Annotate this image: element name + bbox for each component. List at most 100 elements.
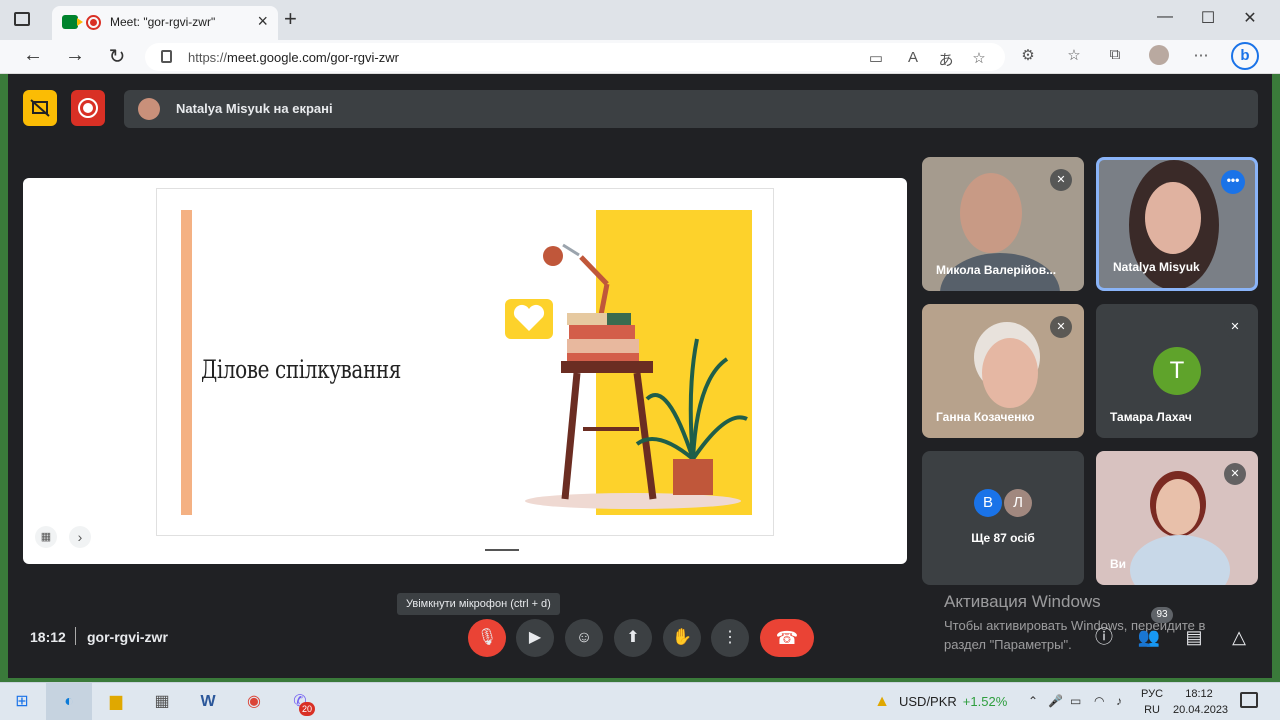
calculator-icon[interactable]: ▦: [148, 689, 176, 715]
participant-name: Тамара Лахач: [1110, 410, 1192, 424]
start-icon[interactable]: ⊞: [8, 689, 36, 715]
word-icon[interactable]: W: [194, 689, 222, 715]
translate-icon[interactable]: あ: [935, 49, 957, 70]
camera-toggle-button[interactable]: ▶: [516, 619, 554, 657]
raise-hand-button[interactable]: ✋: [663, 619, 701, 657]
add-favorite-icon[interactable]: ☆: [968, 49, 990, 67]
more-menu-icon[interactable]: ⋯: [1190, 46, 1212, 64]
file-explorer-icon[interactable]: ▆: [102, 689, 130, 715]
muted-mic-icon: ✕: [1224, 316, 1246, 338]
participant-name: Микола Валерійов...: [936, 263, 1057, 277]
recording-icon: [86, 15, 101, 30]
participant-tile-2[interactable]: ••• Natalya Misyuk: [1096, 157, 1258, 291]
meeting-code: gor-rgvi-zwr: [87, 629, 168, 645]
participant-tile-1[interactable]: ✕ Микола Валерійов...: [922, 157, 1084, 291]
participant-name: Natalya Misyuk: [1113, 260, 1200, 274]
address-bar-row: ← → ↻ https://meet.google.com/gor-rgvi-z…: [0, 40, 1280, 74]
participant-video: [960, 173, 1022, 253]
windows-activation-title: Активация Windows: [944, 592, 1101, 611]
viber-badge: 20: [299, 702, 315, 716]
participant-tile-4[interactable]: T ✕ Тамара Лахач: [1096, 304, 1258, 438]
refresh-button[interactable]: ↻: [104, 44, 130, 69]
notifications-icon[interactable]: [1240, 692, 1258, 708]
url-field[interactable]: https://meet.google.com/gor-rgvi-zwr ▭ A…: [145, 43, 1005, 71]
muted-mic-icon: ✕: [1050, 169, 1072, 191]
stop-presenting-button[interactable]: [23, 90, 57, 126]
grid-view-button[interactable]: ▦: [35, 526, 57, 548]
collections-icon[interactable]: ⧉: [1104, 46, 1126, 63]
recording-button[interactable]: [71, 90, 105, 126]
bing-icon[interactable]: b: [1231, 42, 1259, 70]
mic-tooltip: Увімкнути мікрофон (ctrl + d): [397, 593, 560, 615]
shared-slide: Ділове спілкування: [156, 188, 774, 536]
presenter-avatar: [138, 98, 160, 120]
expand-button[interactable]: ›: [69, 526, 91, 548]
tab-close-icon[interactable]: ×: [257, 11, 268, 32]
meet-window: Natalya Misyuk на екрані Ділове спілкува…: [8, 74, 1272, 678]
presenting-label: Natalya Misyuk на екрані: [176, 101, 333, 116]
maximize-button[interactable]: ☐: [1196, 8, 1220, 28]
more-options-icon[interactable]: •••: [1221, 170, 1245, 194]
chrome-icon[interactable]: ◉: [240, 689, 268, 715]
slide-title: Ділове спілкування: [201, 355, 402, 384]
extensions-icon[interactable]: ⚙: [1017, 46, 1039, 64]
edge-taskbar-icon[interactable]: ◐: [46, 683, 92, 720]
camera-icon[interactable]: ▭: [865, 49, 887, 67]
presenting-banner: Natalya Misyuk на екрані: [124, 90, 1258, 128]
mic-tray-icon[interactable]: 🎤: [1048, 694, 1063, 708]
profile-avatar[interactable]: [1149, 45, 1169, 65]
participant-video: [982, 338, 1038, 408]
leave-call-button[interactable]: ☎: [760, 619, 814, 657]
volume-icon[interactable]: ♪: [1116, 694, 1122, 708]
close-window-button[interactable]: ✕: [1238, 8, 1262, 28]
participant-name: Ганна Козаченко: [936, 410, 1035, 424]
ticker-icon[interactable]: ▲: [868, 689, 896, 715]
record-icon: [78, 98, 98, 118]
more-participants-tile[interactable]: В Л Ще 87 осіб: [922, 451, 1084, 585]
more-participants-label: Ще 87 осіб: [971, 531, 1035, 545]
url-text: https://meet.google.com/gor-rgvi-zwr: [188, 50, 399, 65]
participant-avatar: T: [1153, 347, 1201, 395]
muted-mic-icon: ✕: [1050, 316, 1072, 338]
minimize-button[interactable]: —: [1153, 8, 1177, 26]
new-tab-button[interactable]: +: [284, 6, 297, 32]
back-button[interactable]: ←: [20, 44, 46, 67]
mic-toggle-button[interactable]: 🎙: [468, 619, 506, 657]
meeting-clock: 18:12: [30, 629, 66, 645]
lock-icon[interactable]: [161, 50, 172, 63]
system-clock[interactable]: 18:12 20.04.2023: [1173, 686, 1228, 718]
participant-video: [1145, 182, 1201, 254]
favorites-icon[interactable]: ☆: [1063, 46, 1085, 64]
meet-favicon-icon: [62, 15, 83, 29]
more-options-button[interactable]: ⋮: [711, 619, 749, 657]
presentation-stage: Ділове спілкування ▦ ›: [23, 178, 907, 564]
people-count-badge: 93: [1151, 607, 1173, 623]
tab-title: Meet: "gor-rgvi-zwr": [110, 15, 216, 29]
divider: [75, 627, 76, 645]
windows-taskbar: ⊞ ◐ ▆ ▦ W ◉ ✆ 20 ▲ USD/PKR +1.52% ⌃ 🎤 ▭ ◠…: [0, 682, 1280, 720]
participant-avatar-v: В: [974, 489, 1002, 517]
read-aloud-icon[interactable]: A: [902, 49, 924, 66]
tab-actions-icon[interactable]: [14, 12, 30, 26]
participant-tile-3[interactable]: ✕ Ганна Козаченко: [922, 304, 1084, 438]
wifi-icon[interactable]: ◠: [1094, 694, 1104, 708]
browser-tab-bar: Meet: "gor-rgvi-zwr" × + — ☐ ✕: [0, 0, 1280, 40]
activities-icon[interactable]: △: [1226, 624, 1252, 650]
screen-off-icon: [30, 99, 50, 117]
people-icon[interactable]: 👥: [1136, 624, 1162, 650]
meeting-info-icon[interactable]: ⓘ: [1091, 624, 1117, 650]
participant-avatar-l: Л: [1004, 489, 1032, 517]
present-button[interactable]: ⬆: [614, 619, 652, 657]
drag-handle[interactable]: [485, 549, 519, 551]
slide-stripe: [181, 210, 192, 515]
language-indicator[interactable]: РУС RU: [1141, 686, 1163, 718]
currency-ticker[interactable]: USD/PKR +1.52%: [899, 694, 1007, 709]
show-hidden-icons[interactable]: ⌃: [1028, 694, 1038, 708]
chat-icon[interactable]: ▤: [1181, 624, 1207, 650]
reactions-button[interactable]: ☺: [565, 619, 603, 657]
battery-icon[interactable]: ▭: [1070, 694, 1081, 708]
forward-button[interactable]: →: [62, 44, 88, 67]
self-view-tile[interactable]: ✕ Ви: [1096, 451, 1258, 585]
browser-tab-meet[interactable]: Meet: "gor-rgvi-zwr" ×: [52, 6, 278, 40]
slide-illustration: [505, 243, 748, 500]
